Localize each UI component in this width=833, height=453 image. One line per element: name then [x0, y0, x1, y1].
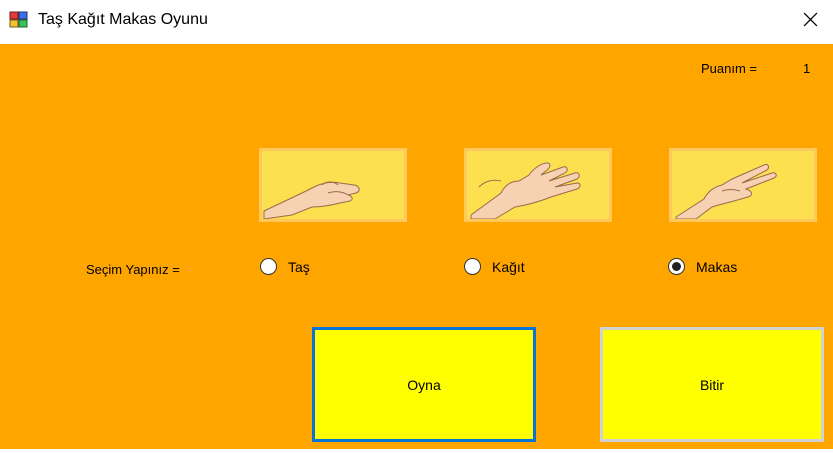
form-client-area: Puanım = 1 Seçim Yapınız = Taş Kağıt Mak… [0, 44, 833, 449]
paper-hand-image [464, 148, 612, 222]
radio-label: Kağıt [492, 258, 525, 275]
window-bottom-edge [0, 449, 833, 453]
choice-prompt-label: Seçim Yapınız = [86, 262, 180, 277]
radio-circle[interactable] [668, 258, 685, 275]
radio-kagit[interactable]: Kağıt [464, 258, 525, 275]
score-value: 1 [803, 61, 811, 76]
radio-circle[interactable] [464, 258, 481, 275]
close-icon [803, 12, 818, 32]
title-bar: Taş Kağıt Makas Oyunu [0, 0, 833, 44]
radio-label: Taş [288, 258, 310, 275]
radio-label: Makas [696, 258, 738, 275]
finish-button[interactable]: Bitir [600, 327, 824, 442]
radio-circle[interactable] [260, 258, 277, 275]
score-label: Puanım = [701, 61, 758, 76]
rock-hand-image [259, 148, 407, 222]
window-title: Taş Kağıt Makas Oyunu [38, 11, 208, 28]
play-button-label: Oyna [407, 376, 441, 393]
radio-selected-dot [672, 262, 681, 271]
radio-tas[interactable]: Taş [260, 258, 310, 275]
windows-form-icon [9, 10, 29, 30]
play-button[interactable]: Oyna [312, 327, 536, 442]
scissors-hand-image [669, 148, 817, 222]
close-button[interactable] [787, 0, 833, 44]
radio-makas[interactable]: Makas [668, 258, 737, 275]
finish-button-label: Bitir [699, 376, 725, 393]
